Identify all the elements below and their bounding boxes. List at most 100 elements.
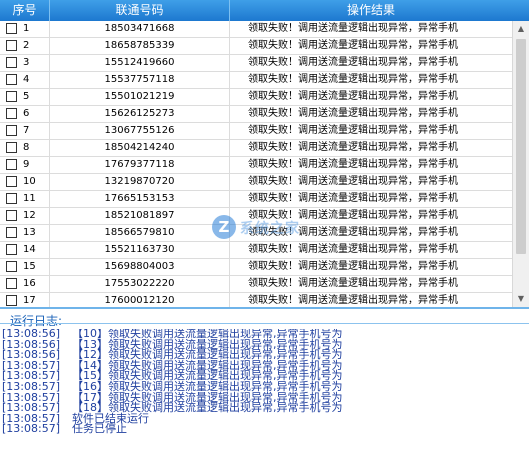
row-phone: 15626125273 bbox=[50, 106, 230, 122]
table-row[interactable]: 1 18503471668 领取失败！调用送流量逻辑出现异常，异常手机 bbox=[0, 21, 512, 38]
row-phone: 18504214240 bbox=[50, 140, 230, 156]
row-checkbox[interactable] bbox=[6, 23, 17, 34]
row-result: 领取失败！调用送流量逻辑出现异常，异常手机 bbox=[248, 57, 458, 68]
results-grid: 序号 联通号码 操作结果 1 18503471668 领取失败！调用送流量逻辑出现异… bbox=[0, 0, 529, 307]
row-checkbox[interactable] bbox=[6, 295, 17, 306]
table-row[interactable]: 11 17665153153 领取失败！调用送流量逻辑出现异常，异常手机 bbox=[0, 191, 512, 208]
grid-header: 序号 联通号码 操作结果 bbox=[0, 0, 529, 21]
table-row[interactable]: 16 17553022220 领取失败！调用送流量逻辑出现异常，异常手机 bbox=[0, 276, 512, 293]
row-number: 16 bbox=[23, 278, 36, 289]
log-output[interactable]: [13:08:56] 【10】领取失败调用送流量逻辑出现异常,异常手机号为 [13:… bbox=[2, 329, 527, 459]
row-index-cell: 9 bbox=[0, 157, 50, 173]
row-result: 领取失败！调用送流量逻辑出现异常，异常手机 bbox=[248, 91, 458, 102]
row-phone: 13067755126 bbox=[50, 123, 230, 139]
log-timestamp: [13:08:57] bbox=[2, 422, 60, 436]
row-result: 领取失败！调用送流量逻辑出现异常，异常手机 bbox=[248, 261, 458, 272]
row-result: 领取失败！调用送流量逻辑出现异常，异常手机 bbox=[248, 193, 458, 204]
row-checkbox[interactable] bbox=[6, 278, 17, 289]
row-phone: 15521163730 bbox=[50, 242, 230, 258]
row-result: 领取失败！调用送流量逻辑出现异常，异常手机 bbox=[248, 244, 458, 255]
row-checkbox[interactable] bbox=[6, 74, 17, 85]
row-checkbox[interactable] bbox=[6, 244, 17, 255]
grid-rows: 1 18503471668 领取失败！调用送流量逻辑出现异常，异常手机 2 186587… bbox=[0, 21, 512, 307]
column-header-phone[interactable]: 联通号码 bbox=[50, 0, 230, 21]
column-header-result[interactable]: 操作结果 bbox=[230, 0, 512, 21]
row-result: 领取失败！调用送流量逻辑出现异常，异常手机 bbox=[248, 176, 458, 187]
row-index-cell: 12 bbox=[0, 208, 50, 224]
column-header-index[interactable]: 序号 bbox=[0, 0, 50, 21]
row-result: 领取失败！调用送流量逻辑出现异常，异常手机 bbox=[248, 142, 458, 153]
row-number: 6 bbox=[23, 108, 30, 119]
row-checkbox[interactable] bbox=[6, 142, 17, 153]
row-number: 14 bbox=[23, 244, 36, 255]
table-row[interactable]: 6 15626125273 领取失败！调用送流量逻辑出现异常，异常手机 bbox=[0, 106, 512, 123]
table-row[interactable]: 17 17600012120 领取失败！调用送流量逻辑出现异常，异常手机 bbox=[0, 293, 512, 307]
row-checkbox[interactable] bbox=[6, 159, 17, 170]
row-phone: 18658785339 bbox=[50, 38, 230, 54]
row-checkbox[interactable] bbox=[6, 176, 17, 187]
row-index-cell: 2 bbox=[0, 38, 50, 54]
row-checkbox[interactable] bbox=[6, 261, 17, 272]
row-result: 领取失败！调用送流量逻辑出现异常，异常手机 bbox=[248, 159, 458, 170]
row-number: 5 bbox=[23, 91, 30, 102]
table-row[interactable]: 10 13219870720 领取失败！调用送流量逻辑出现异常，异常手机 bbox=[0, 174, 512, 191]
row-number: 9 bbox=[23, 159, 30, 170]
scroll-down-arrow-icon[interactable]: ▼ bbox=[513, 291, 529, 307]
row-index-cell: 1 bbox=[0, 21, 50, 37]
row-result: 领取失败！调用送流量逻辑出现异常，异常手机 bbox=[248, 295, 458, 306]
row-phone: 17665153153 bbox=[50, 191, 230, 207]
row-checkbox[interactable] bbox=[6, 193, 17, 204]
row-checkbox[interactable] bbox=[6, 227, 17, 238]
row-number: 7 bbox=[23, 125, 30, 136]
row-phone: 15501021219 bbox=[50, 89, 230, 105]
row-phone: 13219870720 bbox=[50, 174, 230, 190]
row-phone: 18503471668 bbox=[50, 21, 230, 37]
row-checkbox[interactable] bbox=[6, 125, 17, 136]
row-index-cell: 6 bbox=[0, 106, 50, 122]
table-row[interactable]: 5 15501021219 领取失败！调用送流量逻辑出现异常，异常手机 bbox=[0, 89, 512, 106]
row-number: 10 bbox=[23, 176, 36, 187]
row-phone: 15537757118 bbox=[50, 72, 230, 88]
row-number: 17 bbox=[23, 295, 36, 306]
row-index-cell: 13 bbox=[0, 225, 50, 241]
watermark-logo: Z 系统之家 bbox=[212, 215, 322, 239]
row-result: 领取失败！调用送流量逻辑出现异常，异常手机 bbox=[248, 278, 458, 289]
table-row[interactable]: 8 18504214240 领取失败！调用送流量逻辑出现异常，异常手机 bbox=[0, 140, 512, 157]
row-result: 领取失败！调用送流量逻辑出现异常，异常手机 bbox=[248, 125, 458, 136]
row-result: 领取失败！调用送流量逻辑出现异常，异常手机 bbox=[248, 108, 458, 119]
row-number: 1 bbox=[23, 23, 30, 34]
row-index-cell: 10 bbox=[0, 174, 50, 190]
row-result: 领取失败！调用送流量逻辑出现异常，异常手机 bbox=[248, 40, 458, 51]
vertical-scrollbar[interactable]: ▲ ▼ bbox=[512, 21, 529, 307]
row-checkbox[interactable] bbox=[6, 210, 17, 221]
row-index-cell: 17 bbox=[0, 293, 50, 307]
table-row[interactable]: 15 15698804003 领取失败！调用送流量逻辑出现异常，异常手机 bbox=[0, 259, 512, 276]
table-row[interactable]: 2 18658785339 领取失败！调用送流量逻辑出现异常，异常手机 bbox=[0, 38, 512, 55]
table-row[interactable]: 3 15512419660 领取失败！调用送流量逻辑出现异常，异常手机 bbox=[0, 55, 512, 72]
scroll-up-arrow-icon[interactable]: ▲ bbox=[513, 21, 529, 37]
row-phone: 15512419660 bbox=[50, 55, 230, 71]
row-index-cell: 8 bbox=[0, 140, 50, 156]
scroll-thumb[interactable] bbox=[516, 39, 526, 254]
row-index-cell: 11 bbox=[0, 191, 50, 207]
row-number: 2 bbox=[23, 40, 30, 51]
row-checkbox[interactable] bbox=[6, 40, 17, 51]
row-index-cell: 15 bbox=[0, 259, 50, 275]
table-row[interactable]: 14 15521163730 领取失败！调用送流量逻辑出现异常，异常手机 bbox=[0, 242, 512, 259]
log-message: 任务已停止 bbox=[72, 422, 127, 436]
row-number: 13 bbox=[23, 227, 36, 238]
row-phone: 18521081897 bbox=[50, 208, 230, 224]
row-index-cell: 5 bbox=[0, 89, 50, 105]
row-checkbox[interactable] bbox=[6, 57, 17, 68]
table-row[interactable]: 4 15537757118 领取失败！调用送流量逻辑出现异常，异常手机 bbox=[0, 72, 512, 89]
row-index-cell: 3 bbox=[0, 55, 50, 71]
table-row[interactable]: 7 13067755126 领取失败！调用送流量逻辑出现异常，异常手机 bbox=[0, 123, 512, 140]
row-number: 11 bbox=[23, 193, 36, 204]
row-result: 领取失败！调用送流量逻辑出现异常，异常手机 bbox=[248, 23, 458, 34]
row-checkbox[interactable] bbox=[6, 108, 17, 119]
log-panel: 运行日志: [13:08:56] 【10】领取失败调用送流量逻辑出现异常,异常手机… bbox=[0, 307, 529, 459]
row-phone: 17679377118 bbox=[50, 157, 230, 173]
watermark-text: 系统之家 bbox=[240, 221, 300, 237]
table-row[interactable]: 9 17679377118 领取失败！调用送流量逻辑出现异常，异常手机 bbox=[0, 157, 512, 174]
row-checkbox[interactable] bbox=[6, 91, 17, 102]
